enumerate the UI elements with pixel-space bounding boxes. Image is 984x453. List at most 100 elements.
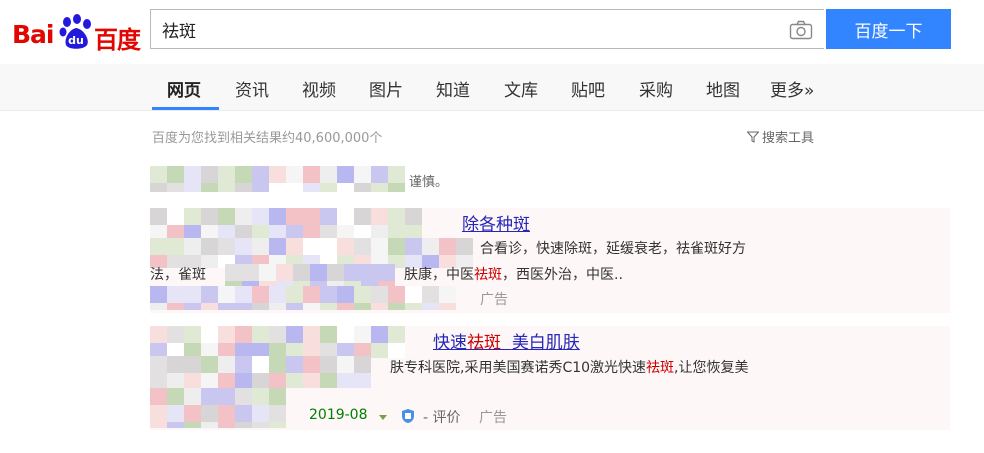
mosaic-cell [167, 238, 184, 255]
mosaic-cell [167, 422, 184, 428]
baidu-logo[interactable]: Bai du 百度 [12, 6, 142, 54]
mosaic-cell [361, 264, 378, 281]
search-box [150, 9, 824, 49]
dropdown-caret-icon[interactable] [379, 415, 387, 420]
mosaic-cell [371, 183, 388, 192]
mosaic-cell [235, 208, 252, 225]
logo-bai-text: Bai [12, 20, 54, 49]
mosaic-cell [269, 388, 286, 405]
mosaic-cell [201, 388, 218, 405]
tab-map[interactable]: 地图 [706, 76, 740, 110]
ad1-title[interactable]: 除各种斑 [462, 210, 530, 235]
mosaic-cell [354, 356, 371, 373]
mosaic-cell [303, 286, 320, 303]
mosaic-cell [184, 422, 201, 428]
mosaic-cell [201, 208, 218, 225]
search-input[interactable] [162, 10, 762, 48]
mosaic-cell [303, 238, 320, 255]
mosaic-cell [150, 326, 167, 343]
ad1-desc-line1: 合看诊，快速除斑，延缓衰老，祛雀斑好方 [480, 241, 746, 257]
mosaic-cell [388, 326, 405, 343]
search-button[interactable]: 百度一下 [826, 9, 951, 49]
mosaic-cell [371, 208, 388, 225]
mosaic-cell [235, 422, 252, 428]
mosaic-cell [184, 208, 201, 225]
mosaic-cell [320, 303, 337, 310]
tab-news[interactable]: 资讯 [235, 76, 269, 110]
mosaic-cell [167, 356, 184, 373]
ad2-eval-link[interactable]: - 评价 [423, 407, 461, 427]
mosaic-cell [388, 183, 405, 192]
tab-video[interactable]: 视频 [302, 76, 336, 110]
tab-wenku[interactable]: 文库 [504, 76, 538, 110]
mosaic-cell [201, 303, 218, 310]
mosaic-cell [150, 405, 167, 422]
mosaic-cell [320, 238, 337, 255]
mosaic-cell [167, 183, 184, 192]
mosaic-cell [378, 264, 395, 281]
mosaic-cell [184, 326, 201, 343]
mosaic-cell [184, 405, 201, 422]
mosaic-cell [354, 208, 371, 225]
active-tab-indicator [152, 107, 219, 110]
mosaic-cell [371, 326, 388, 343]
mosaic-cell [218, 183, 235, 192]
tab-more[interactable]: 更多» [770, 76, 814, 110]
search-tools-button[interactable]: 搜索工具 [747, 127, 814, 146]
mosaic-cell [225, 264, 242, 281]
tab-images[interactable]: 图片 [369, 76, 403, 110]
mosaic-cell [167, 388, 184, 405]
mosaic-cell [252, 326, 269, 343]
mosaic-cell [388, 303, 405, 310]
mosaic-cell [252, 303, 269, 310]
tab-tieba[interactable]: 贴吧 [571, 76, 605, 110]
mosaic-cell [303, 166, 320, 183]
bao-shield-icon[interactable] [400, 408, 416, 424]
mosaic-cell [150, 286, 167, 303]
mosaic-cell [201, 422, 218, 428]
result-count: 百度为您找到相关结果约40,600,000个 [152, 131, 383, 146]
mosaic-cell [388, 238, 405, 255]
mosaic-cell [388, 286, 405, 303]
mosaic-cell [167, 303, 184, 310]
mosaic-cell [218, 238, 235, 255]
mosaic-cell [354, 286, 371, 303]
mosaic-cell [337, 373, 354, 388]
mosaic-cell [218, 303, 235, 310]
mosaic-cell [354, 303, 371, 310]
search-tools-label: 搜索工具 [762, 131, 815, 146]
mosaic-cell [337, 183, 354, 192]
ad2-title[interactable]: 快速祛斑 美白肌肤 [433, 328, 580, 353]
ad2-tag: 广告 [479, 410, 507, 426]
mosaic-cell [337, 326, 354, 343]
mosaic-cell [388, 166, 405, 183]
mosaic-cell [184, 373, 201, 388]
mosaic-cell [286, 326, 303, 343]
header: Bai du 百度 百度一下 [0, 0, 984, 64]
mosaic-cell [184, 238, 201, 255]
mosaic-cell [388, 208, 405, 225]
mosaic-cell [303, 208, 320, 225]
mosaic-cell [235, 166, 252, 183]
mosaic-cell [286, 373, 303, 388]
blurred-title [150, 208, 432, 242]
tab-web[interactable]: 网页 [167, 76, 201, 110]
mosaic-cell [252, 286, 269, 303]
camera-icon[interactable] [789, 20, 813, 40]
mosaic-cell [235, 326, 252, 343]
mosaic-cell [303, 183, 320, 192]
mosaic-cell [405, 208, 422, 225]
mosaic-cell [344, 264, 361, 281]
mosaic-cell [371, 238, 388, 255]
tab-zhidao[interactable]: 知道 [436, 76, 470, 110]
mosaic-cell [286, 208, 303, 225]
mosaic-cell [293, 264, 310, 281]
mosaic-cell [184, 286, 201, 303]
mosaic-cell [354, 373, 371, 388]
tab-purchase[interactable]: 采购 [639, 76, 673, 110]
mosaic-cell [276, 264, 293, 281]
ad-result-2: 快速祛斑 美白肌肤 肤专科医院,采用美国赛诺秀C10激光快速祛斑,让您恢复美 2… [150, 326, 950, 430]
mosaic-cell [303, 373, 320, 388]
mosaic-cell [337, 303, 354, 310]
mosaic-cell [286, 183, 303, 192]
